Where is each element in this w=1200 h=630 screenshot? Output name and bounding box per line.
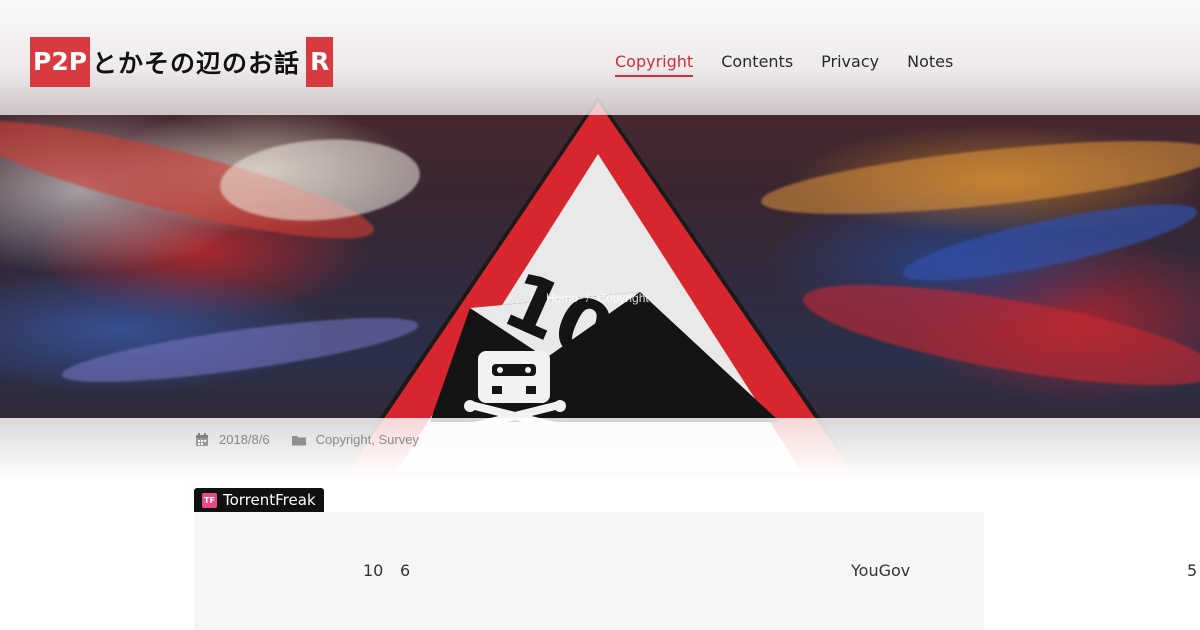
torrentfreak-logo-icon: TF	[202, 492, 217, 508]
nav-item-copyright[interactable]: Copyright	[615, 52, 694, 77]
quote-fragment: 10	[363, 561, 384, 580]
breadcrumb-separator: /	[586, 291, 590, 305]
quote-fragment: YouGov	[851, 561, 911, 580]
breadcrumb: Home / Copyright	[546, 291, 649, 305]
logo-suffix: R	[306, 37, 334, 87]
post-categories[interactable]: Copyright, Survey	[316, 432, 419, 447]
source-badge[interactable]: TF TorrentFreak	[194, 488, 324, 512]
breadcrumb-current[interactable]: Copyright	[597, 291, 648, 305]
site-logo[interactable]: P2P とかその辺のお話 R	[30, 37, 334, 87]
site-header: P2P とかその辺のお話 R Copyright Contents Privac…	[0, 0, 1200, 114]
nav-item-contents[interactable]: Contents	[721, 52, 793, 77]
quote-fragment: 6	[400, 561, 411, 580]
source-name: TorrentFreak	[223, 491, 316, 509]
nav-item-privacy[interactable]: Privacy	[821, 52, 879, 77]
breadcrumb-home[interactable]: Home	[546, 291, 578, 305]
calendar-icon	[196, 432, 208, 446]
post-meta: 2018/8/6 Copyright, Survey	[195, 432, 419, 447]
logo-title: とかその辺のお話	[92, 49, 301, 78]
folder-icon	[291, 435, 306, 445]
main-nav: Copyright Contents Privacy Notes	[615, 52, 953, 77]
quote-fragment: 5	[1187, 561, 1198, 580]
logo-mark: P2P	[30, 37, 91, 87]
nav-item-notes[interactable]: Notes	[907, 52, 953, 77]
post-date: 2018/8/6	[219, 432, 270, 447]
hero-fade-overlay	[0, 418, 1200, 480]
